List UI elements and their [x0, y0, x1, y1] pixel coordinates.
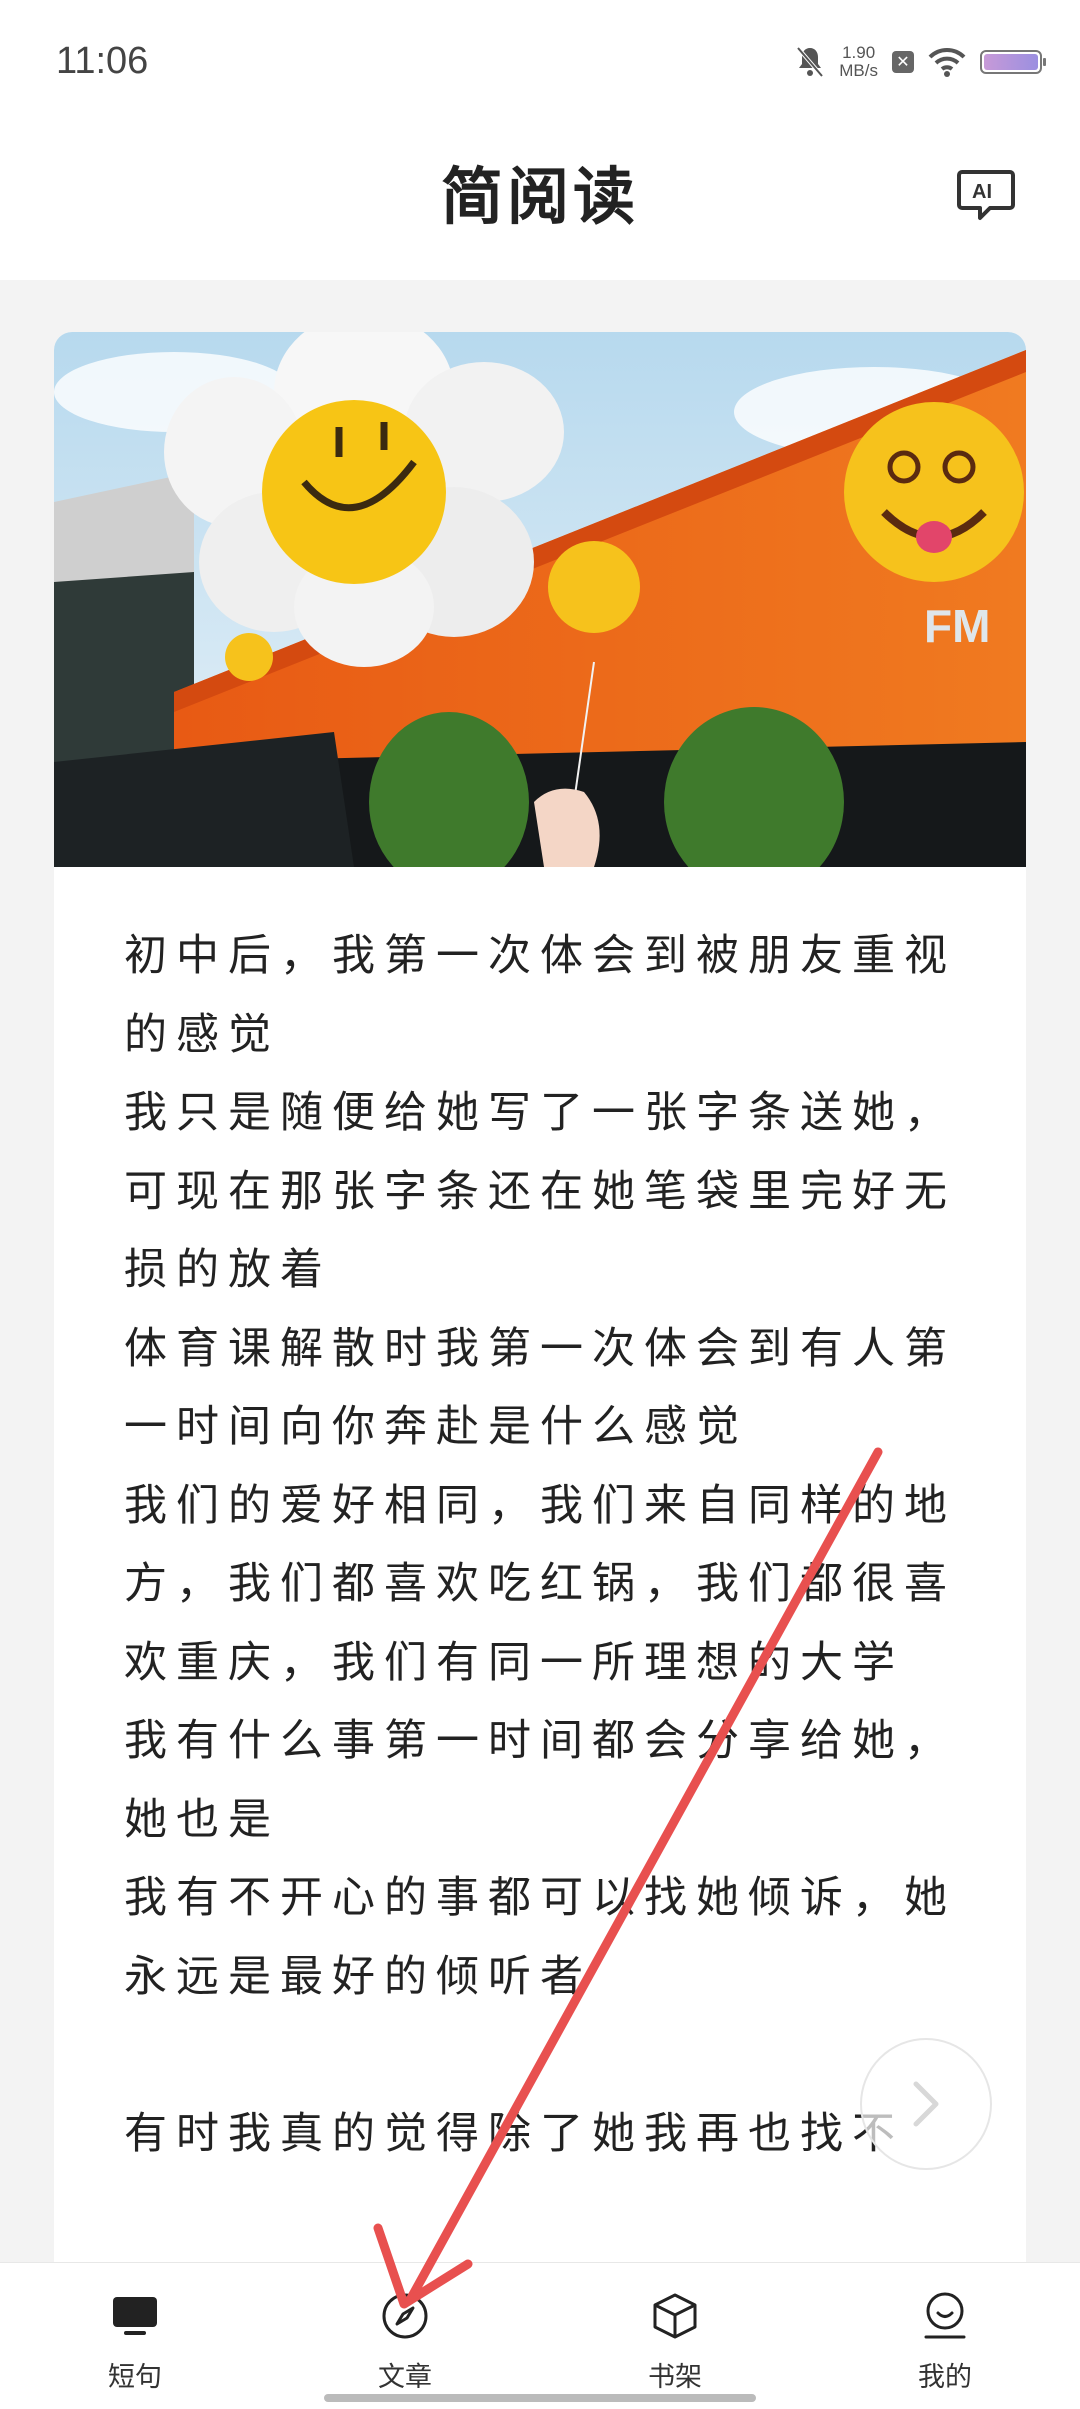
x-badge-icon: ✕ — [892, 51, 914, 73]
tab-label: 文章 — [378, 2362, 432, 2393]
status-bar: 11:06 1.90 MB/s ✕ — [0, 0, 1080, 124]
tab-label: 我的 — [918, 2362, 972, 2393]
wifi-icon — [928, 47, 966, 77]
tab-label: 短句 — [108, 2362, 162, 2393]
tab-short-sentences[interactable]: 短句 — [0, 2263, 270, 2409]
cube-icon — [653, 2293, 697, 2339]
ai-chat-button[interactable]: AI — [956, 164, 1016, 224]
page-title: 简阅读 — [440, 160, 639, 233]
tab-label: 书架 — [648, 2362, 702, 2393]
home-indicator[interactable] — [324, 2394, 756, 2402]
next-article-button[interactable] — [860, 2038, 992, 2170]
profile-icon — [924, 2292, 966, 2339]
network-speed-unit: MB/s — [839, 61, 878, 80]
svg-text:AI: AI — [972, 181, 992, 203]
bottom-tab-bar: 短句 文章 书架 我的 — [0, 2262, 1080, 2409]
status-icons: 1.90 MB/s ✕ — [795, 40, 1046, 84]
network-speed: 1.90 MB/s — [839, 44, 878, 80]
mute-bell-icon — [796, 46, 824, 78]
ai-chat-icon: AI — [957, 170, 1015, 220]
article-card[interactable]: FM 初中后，我第一次体会到被朋友重视的感觉 我只是随便给她写了一张字条送她，可… — [54, 332, 1026, 2292]
monitor-icon — [113, 2297, 157, 2335]
network-speed-value: 1.90 — [842, 43, 876, 62]
compass-icon — [382, 2293, 428, 2339]
status-time: 11:06 — [56, 40, 149, 82]
article-body: 初中后，我第一次体会到被朋友重视的感觉 我只是随便给她写了一张字条送她，可现在那… — [124, 931, 956, 2159]
tab-bookshelf[interactable]: 书架 — [540, 2263, 810, 2409]
tab-articles[interactable]: 文章 — [270, 2263, 540, 2409]
tab-profile[interactable]: 我的 — [810, 2263, 1080, 2409]
article-hero-image: FM — [54, 332, 1026, 867]
battery-icon — [980, 50, 1046, 74]
svg-text:FM: FM — [924, 600, 990, 652]
chevron-right-icon — [913, 2081, 939, 2127]
app-header: 简阅读 AI — [0, 124, 1080, 280]
